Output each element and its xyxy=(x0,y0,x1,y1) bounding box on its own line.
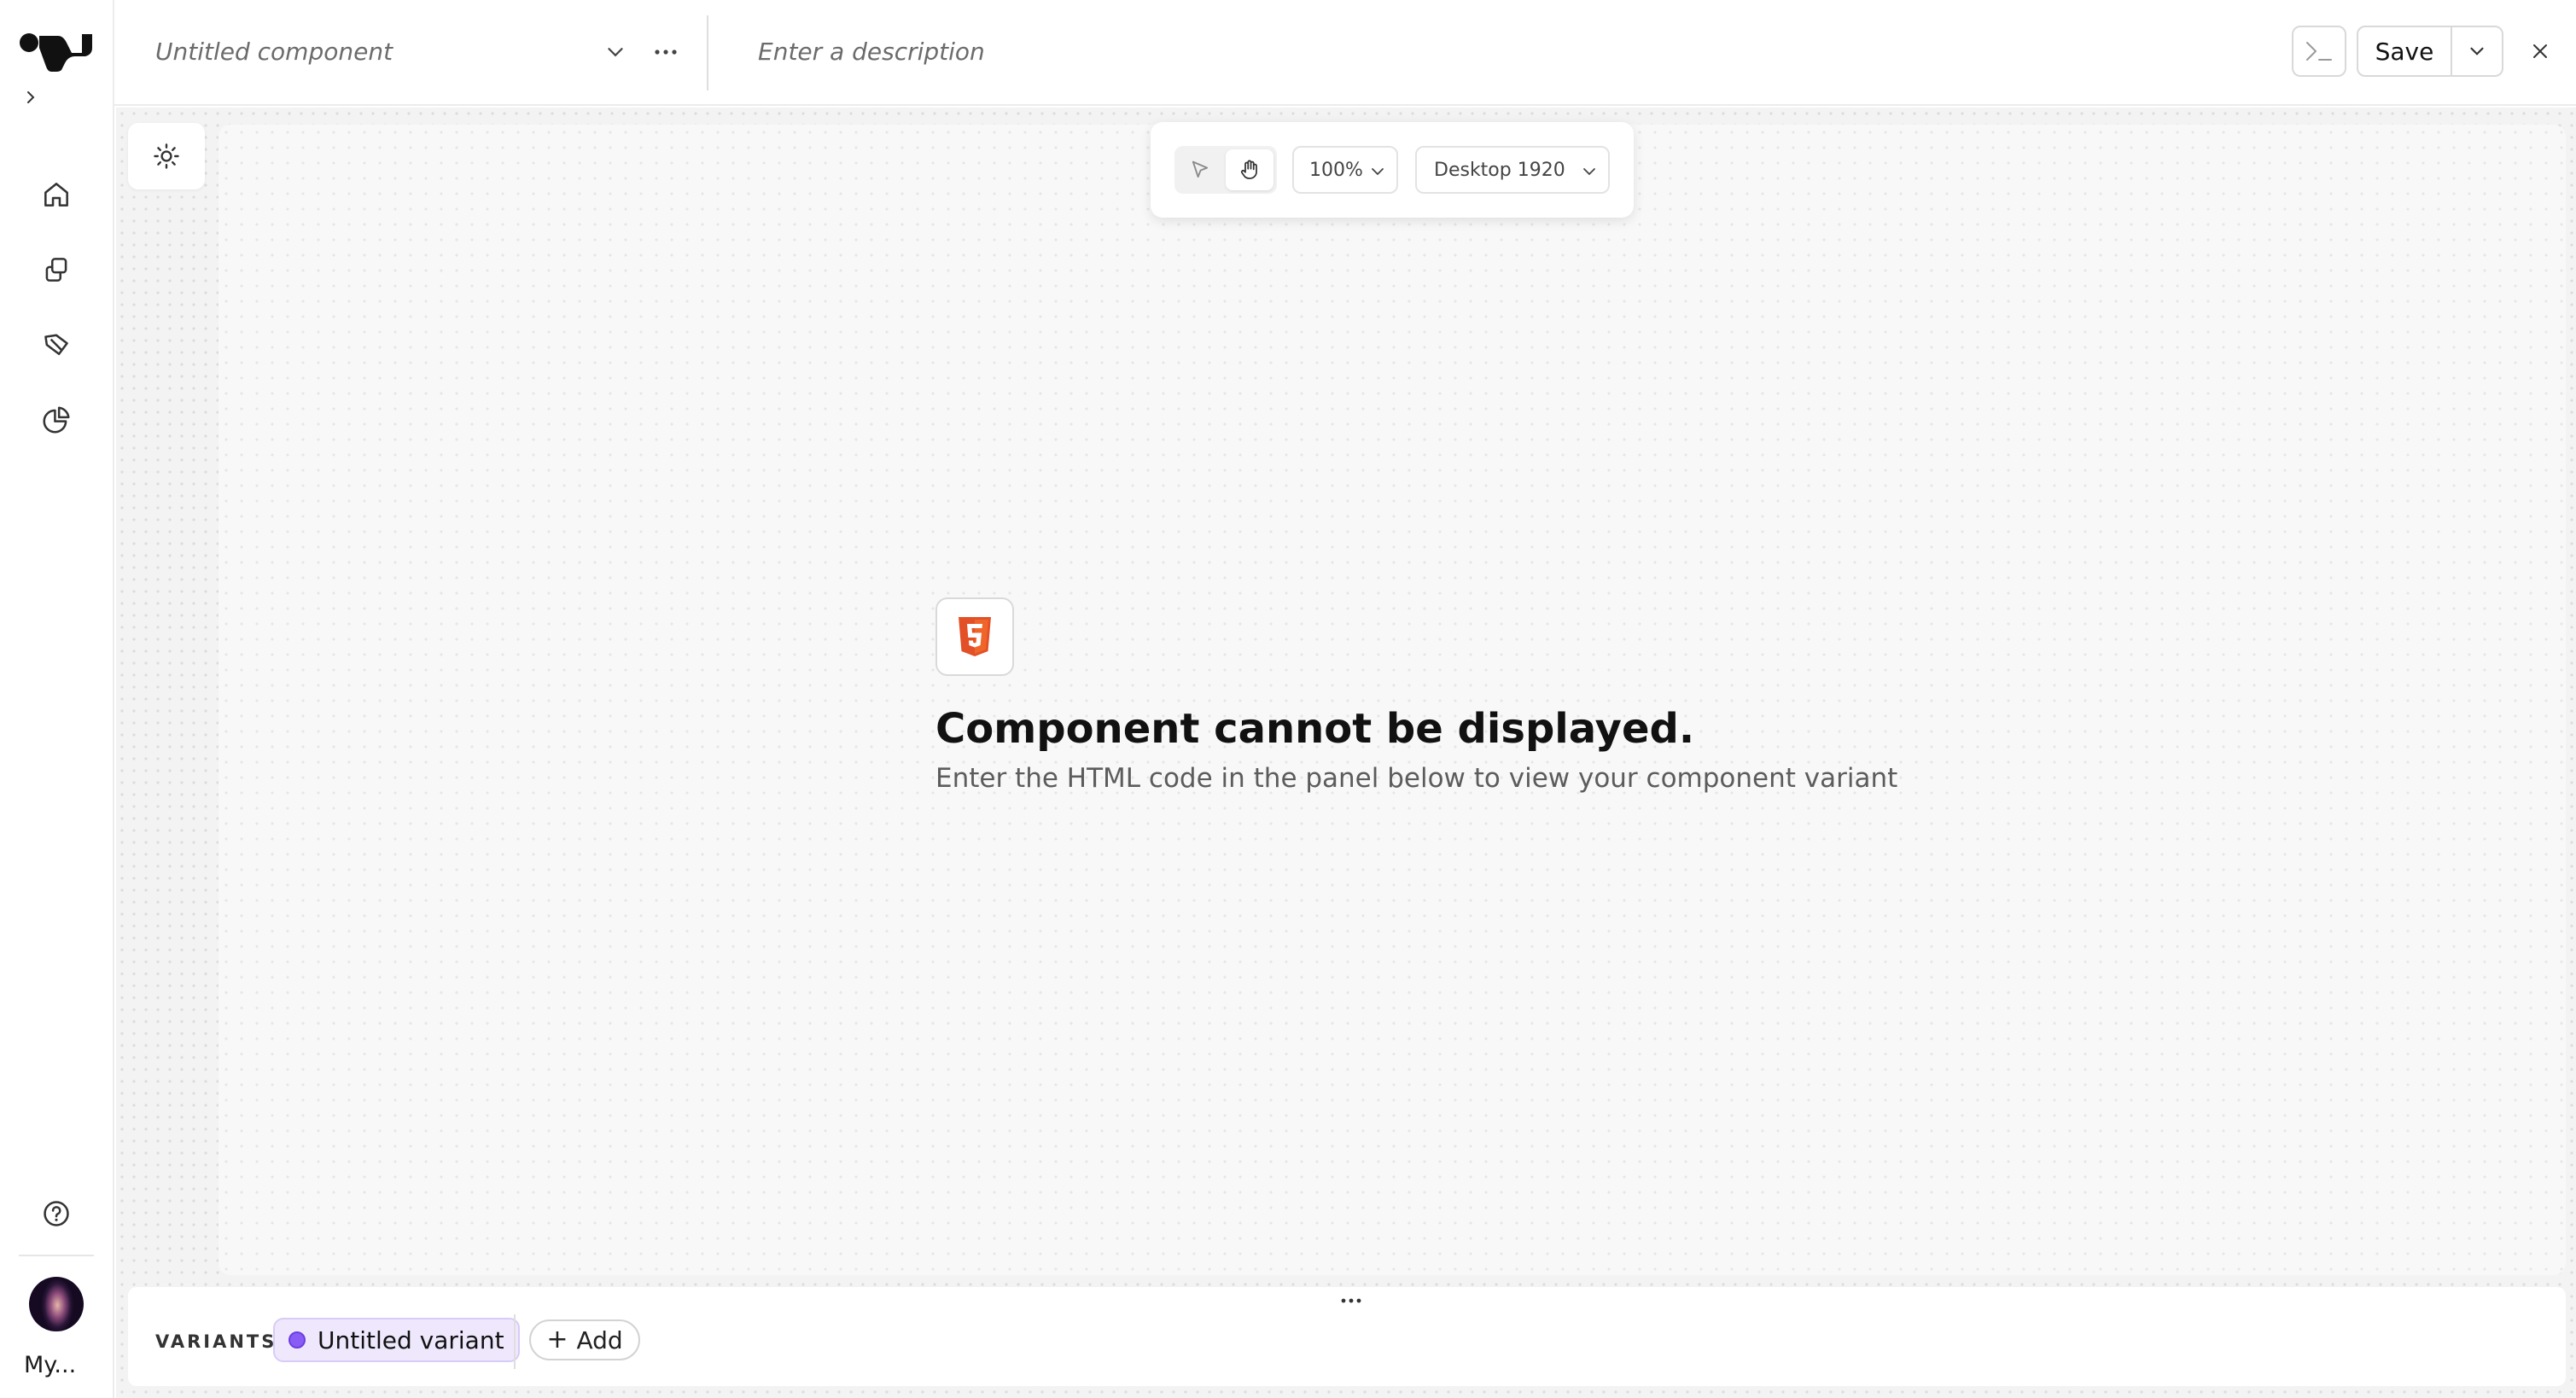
variants-divider xyxy=(514,1314,516,1369)
pointer-icon xyxy=(1192,160,1209,178)
save-button[interactable]: Save xyxy=(2358,27,2452,75)
code-panel-button[interactable] xyxy=(2292,26,2346,77)
help-icon xyxy=(44,1201,69,1226)
description-input[interactable]: Enter a description xyxy=(758,38,985,66)
zoom-select[interactable]: 100% xyxy=(1292,146,1398,194)
sun-settings-icon xyxy=(154,143,179,169)
components-icon xyxy=(45,258,67,282)
canvas-settings-button[interactable] xyxy=(128,123,205,189)
analytics-icon xyxy=(43,406,70,434)
variant-color-dot xyxy=(288,1331,306,1348)
chevron-down-icon xyxy=(1583,168,1595,176)
workspace-switcher[interactable]: My... xyxy=(24,1352,76,1378)
html5-icon xyxy=(959,617,991,656)
canvas-toolbar: 100% Desktop 1920 xyxy=(1151,122,1634,218)
component-menu-chevron[interactable] xyxy=(603,39,628,65)
empty-state-title: Component cannot be displayed. xyxy=(935,705,1695,753)
nav-home-button[interactable] xyxy=(34,172,79,217)
top-bar: Untitled component Enter a description S… xyxy=(114,0,2576,106)
add-variant-label: Add xyxy=(576,1325,623,1354)
more-horizontal-icon xyxy=(655,50,677,55)
tool-mode-group xyxy=(1174,146,1277,194)
preview-canvas[interactable] xyxy=(219,125,2566,1275)
html5-badge xyxy=(935,597,1014,676)
empty-state-subtitle: Enter the HTML code in the panel below t… xyxy=(935,763,1898,794)
nav-analytics-button[interactable] xyxy=(34,398,79,442)
add-variant-button[interactable]: + Add xyxy=(529,1319,640,1360)
nav-design-button[interactable] xyxy=(34,323,79,367)
more-horizontal-icon xyxy=(1341,1298,1361,1303)
device-select[interactable]: Desktop 1920 xyxy=(1415,146,1610,194)
save-options-button[interactable] xyxy=(2452,27,2502,75)
panel-resize-handle[interactable] xyxy=(1338,1294,1364,1306)
avatar[interactable] xyxy=(29,1277,84,1331)
expand-sidebar-button[interactable] xyxy=(19,85,43,109)
design-tag-icon xyxy=(44,334,68,356)
chevron-down-icon xyxy=(1372,168,1384,176)
chevron-right-icon xyxy=(27,91,35,103)
header-divider xyxy=(707,15,708,90)
help-button[interactable] xyxy=(34,1191,79,1236)
left-sidebar: My... xyxy=(0,0,114,1398)
variants-label: VARIANTS xyxy=(155,1331,277,1352)
app-logo[interactable] xyxy=(19,31,96,73)
chevron-down-icon xyxy=(2470,47,2484,55)
variants-panel: VARIANTS Untitled variant + Add xyxy=(128,1287,2566,1386)
plus-icon: + xyxy=(546,1325,568,1354)
nav-components-button[interactable] xyxy=(34,248,79,292)
sidebar-divider xyxy=(19,1255,94,1256)
component-more-button[interactable] xyxy=(650,39,681,65)
device-value: Desktop 1920 xyxy=(1434,159,1565,181)
close-button[interactable] xyxy=(2526,38,2554,65)
home-icon xyxy=(44,183,68,207)
component-name-input[interactable]: Untitled component xyxy=(155,38,393,66)
variant-name: Untitled variant xyxy=(318,1325,504,1354)
chevron-down-icon xyxy=(608,48,623,57)
terminal-icon xyxy=(2306,42,2332,61)
zoom-value: 100% xyxy=(1309,159,1363,181)
save-button-group: Save xyxy=(2357,26,2503,77)
pan-tool-button[interactable] xyxy=(1226,149,1273,190)
select-tool-button[interactable] xyxy=(1178,149,1222,190)
variant-tab[interactable]: Untitled variant xyxy=(273,1318,520,1362)
hand-icon xyxy=(1240,160,1257,179)
close-icon xyxy=(2533,44,2547,58)
